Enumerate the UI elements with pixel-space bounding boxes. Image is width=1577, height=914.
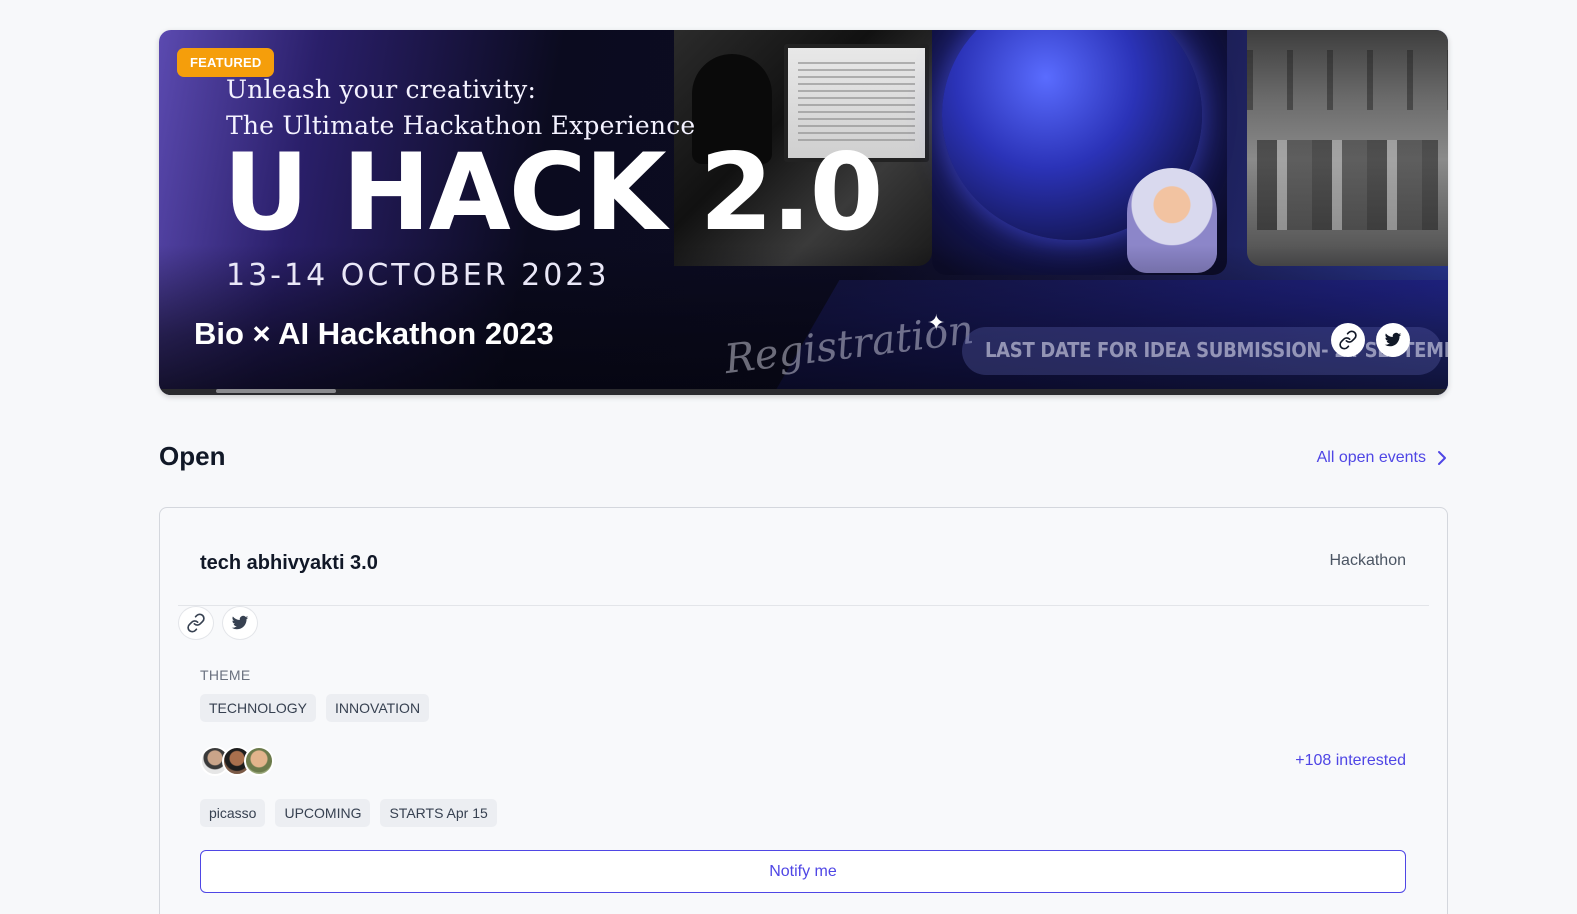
banner-big-title: U HACK 2.0	[223, 131, 883, 254]
carousel-progress-fill	[216, 389, 336, 393]
event-twitter-share-button[interactable]	[222, 606, 258, 640]
twitter-icon	[1384, 332, 1402, 347]
event-copy-link-button[interactable]	[178, 606, 214, 640]
section-title-open: Open	[159, 441, 226, 471]
carousel-progress	[159, 389, 1448, 395]
banner-dates: 13-14 OCTOBER 2023	[226, 258, 610, 293]
event-name[interactable]: tech abhivyakti 3.0	[200, 552, 378, 575]
organizer-chip: picasso	[200, 799, 266, 827]
all-open-events-label: All open events	[1316, 449, 1426, 466]
meta-chips: picasso UPCOMING STARTS Apr 15	[200, 799, 497, 827]
status-badge: UPCOMING	[275, 799, 371, 827]
start-date-chip: STARTS Apr 15	[380, 799, 497, 827]
link-icon	[1339, 330, 1357, 350]
featured-twitter-share-button[interactable]	[1376, 323, 1410, 357]
theme-chips: TECHNOLOGY INNOVATION	[200, 694, 430, 722]
event-type: Hackathon	[1329, 552, 1407, 569]
avatar	[244, 746, 274, 776]
featured-badge: FEATURED	[177, 48, 275, 77]
theme-label: THEME	[200, 667, 251, 683]
theme-chip: INNOVATION	[326, 694, 430, 722]
twitter-icon	[231, 615, 249, 630]
card-divider	[178, 605, 1429, 606]
all-open-events-link[interactable]: All open events	[1317, 449, 1448, 467]
notify-me-button[interactable]: Notify me	[200, 850, 1406, 893]
interested-count[interactable]: +108 interested	[1295, 752, 1406, 770]
featured-copy-link-button[interactable]	[1331, 323, 1365, 357]
banner-photo-office	[1247, 30, 1448, 266]
banner-photo-globe	[932, 30, 1227, 275]
interested-avatars	[200, 746, 274, 776]
featured-event-title[interactable]: Bio × AI Hackathon 2023	[194, 316, 554, 352]
featured-banner[interactable]: Unleash your creativity: The Ultimate Ha…	[159, 30, 1448, 395]
chevron-right-icon	[1438, 451, 1446, 465]
link-icon	[187, 613, 205, 633]
theme-chip: TECHNOLOGY	[200, 694, 317, 722]
event-card[interactable]: tech abhivyakti 3.0 Hackathon THEME TECH…	[159, 507, 1448, 914]
